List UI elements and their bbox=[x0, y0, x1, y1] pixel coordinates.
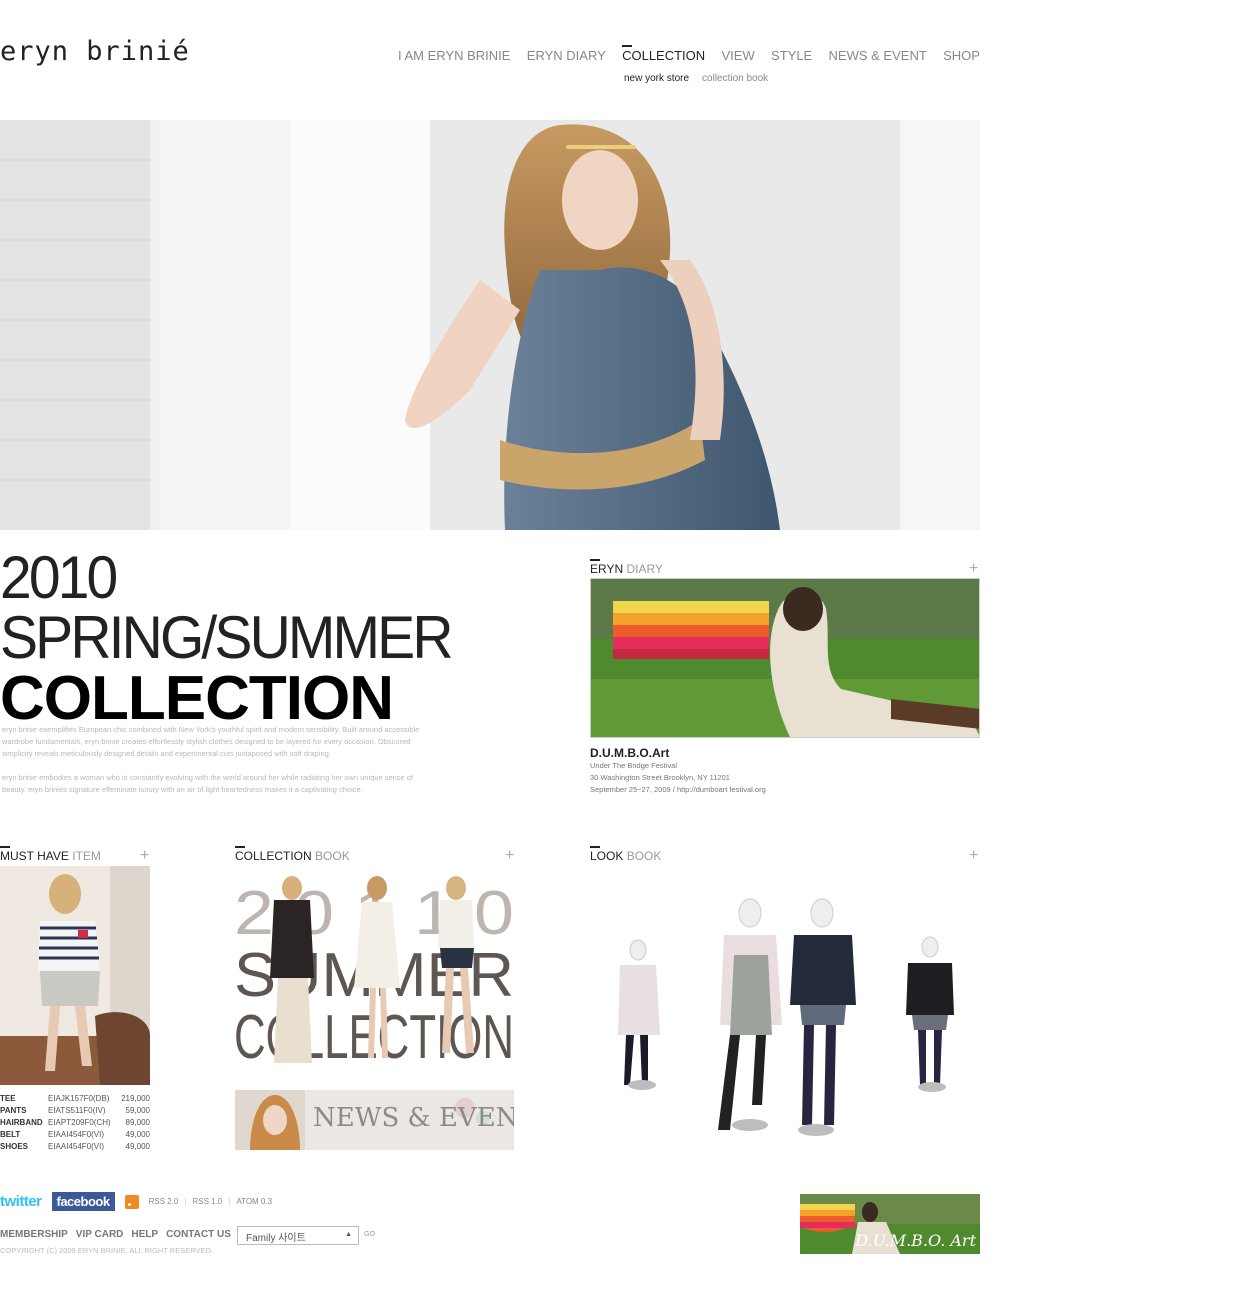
dropdown-arrow-icon: ▲ bbox=[345, 1231, 352, 1238]
collection-book-cover[interactable]: 2 0 1 1 0 SUMMER COLLECTION bbox=[234, 868, 514, 1063]
item-price: 49,000 bbox=[125, 1130, 150, 1139]
diary-more-button[interactable]: + bbox=[969, 561, 978, 577]
collection-book-title-bold: COLLECTION bbox=[235, 849, 312, 863]
news-banner-text: NEWS & EVENT bbox=[313, 1103, 514, 1133]
hero-image bbox=[0, 120, 980, 530]
item-code: EIAAI454F0(VI) bbox=[48, 1130, 105, 1139]
social-bar: twitter facebook RSS 2.0 | RSS 1.0 | ATO… bbox=[0, 1192, 272, 1211]
feed-link-atom[interactable]: ATOM 0.3 bbox=[236, 1197, 272, 1206]
feed-link-rss1[interactable]: RSS 1.0 bbox=[192, 1197, 222, 1206]
list-item[interactable]: SHOES EIAAI454F0(VI) 49,000 bbox=[0, 1141, 150, 1153]
news-event-banner[interactable]: NEWS & EVENT bbox=[235, 1090, 514, 1150]
look-book-more-button[interactable]: + bbox=[969, 848, 978, 864]
intro-paragraph: eryn brinie embodies a woman who is cons… bbox=[2, 773, 414, 794]
dumbo-art-banner[interactable]: D.U.M.B.O. Art bbox=[800, 1194, 980, 1254]
subnav-item-new-york-store[interactable]: new york store bbox=[624, 73, 689, 84]
nav-item-style[interactable]: STYLE bbox=[771, 48, 812, 63]
divider: | bbox=[184, 1197, 187, 1206]
collection-book-more-button[interactable]: + bbox=[505, 848, 514, 864]
headline-collection: COLLECTION bbox=[0, 664, 394, 733]
family-site-select[interactable]: Family 사이트 ▲ bbox=[237, 1226, 359, 1245]
diary-title-light: DIARY bbox=[623, 562, 663, 576]
footer-link-contact[interactable]: CONTACT US bbox=[166, 1229, 231, 1240]
item-name: BELT bbox=[0, 1130, 21, 1139]
list-item[interactable]: TEE EIAJK157F0(DB) 219,000 bbox=[0, 1093, 150, 1105]
nav-item-collection[interactable]: COLLECTION bbox=[622, 48, 705, 63]
diary-post-title[interactable]: D.U.M.B.O.Art bbox=[590, 746, 766, 760]
collection-book-section-title: COLLECTION BOOK bbox=[235, 846, 350, 863]
dumbo-banner-caption: D.U.M.B.O. Art bbox=[855, 1231, 976, 1250]
list-item[interactable]: PANTS EIATS511F0(IV) 59,000 bbox=[0, 1105, 150, 1117]
item-code: EIAPT209F0(CH) bbox=[48, 1118, 111, 1127]
item-price: 49,000 bbox=[125, 1142, 150, 1151]
diary-post: D.U.M.B.O.Art Under The Bridge Festival … bbox=[590, 746, 766, 796]
feed-links: RSS 2.0 | RSS 1.0 | ATOM 0.3 bbox=[149, 1197, 272, 1206]
copyright-text: COPYRIGHT (C) 2009 ERYN BRINIE. ALL RIGH… bbox=[0, 1246, 213, 1255]
diary-post-line: 30 Washington Street Brooklyn, NY 11201 bbox=[590, 773, 730, 782]
footer-link-help[interactable]: HELP bbox=[131, 1229, 158, 1240]
nav-item-shop[interactable]: SHOP bbox=[943, 48, 980, 63]
list-item[interactable]: BELT EIAAI454F0(VI) 49,000 bbox=[0, 1129, 150, 1141]
intro-text: eryn brinie exemplifies European chic co… bbox=[2, 724, 434, 796]
headline-season: SPRING/SUMMER bbox=[0, 604, 454, 671]
item-code: EIAJK157F0(DB) bbox=[48, 1094, 110, 1103]
item-name: TEE bbox=[0, 1094, 16, 1103]
item-price: 89,000 bbox=[125, 1118, 150, 1127]
must-have-more-button[interactable]: + bbox=[140, 848, 149, 864]
footer-links: MEMBERSHIP VIP CARD HELP CONTACT US bbox=[0, 1229, 231, 1240]
collection-headline: 2010 SPRING/SUMMER COLLECTION bbox=[0, 548, 474, 730]
intro-paragraph: eryn brinie exemplifies European chic co… bbox=[2, 725, 420, 758]
footer-link-vip-card[interactable]: VIP CARD bbox=[76, 1229, 124, 1240]
must-have-title-bold: MUST HAVE bbox=[0, 849, 69, 863]
family-site-value: Family 사이트 bbox=[246, 1233, 306, 1244]
look-book-title-light: BOOK bbox=[623, 849, 662, 863]
must-have-item-list: TEE EIAJK157F0(DB) 219,000 PANTS EIATS51… bbox=[0, 1093, 150, 1153]
brand-logo[interactable]: eryn brinié bbox=[0, 36, 190, 67]
feed-link-rss2[interactable]: RSS 2.0 bbox=[149, 1197, 179, 1206]
must-have-title-light: ITEM bbox=[68, 849, 101, 863]
must-have-photo[interactable] bbox=[0, 866, 150, 1085]
item-code: EIAAI454F0(VI) bbox=[48, 1142, 105, 1151]
item-name: PANTS bbox=[0, 1106, 27, 1115]
look-book-photo[interactable] bbox=[590, 875, 980, 1150]
nav-item-news-event[interactable]: NEWS & EVENT bbox=[829, 48, 927, 63]
look-book-section-title: LOOK BOOK bbox=[590, 846, 662, 863]
nav-item-diary[interactable]: ERYN DIARY bbox=[527, 48, 606, 63]
item-name: SHOES bbox=[0, 1142, 29, 1151]
look-book-title-bold: LOOK bbox=[590, 849, 624, 863]
subnav-item-collection-book[interactable]: collection book bbox=[702, 73, 768, 84]
footer-link-membership[interactable]: MEMBERSHIP bbox=[0, 1229, 68, 1240]
collection-book-title-light: BOOK bbox=[311, 849, 350, 863]
facebook-button[interactable]: facebook bbox=[51, 1192, 115, 1211]
diary-section-title: ERYN DIARY bbox=[590, 559, 663, 576]
must-have-section-title: MUST HAVE ITEM bbox=[0, 846, 101, 863]
list-item[interactable]: HAIRBAND EIAPT209F0(CH) 89,000 bbox=[0, 1117, 150, 1129]
main-nav: I AM ERYN BRINIE ERYN DIARY COLLECTION V… bbox=[398, 48, 980, 63]
rss-icon[interactable] bbox=[124, 1194, 139, 1209]
diary-post-line: Under The Bridge Festival bbox=[590, 761, 677, 770]
headline-year: 2010 bbox=[0, 544, 118, 611]
collection-subnav: new york store collection book bbox=[624, 73, 768, 84]
diary-title-bold: ERYN bbox=[590, 562, 624, 576]
item-name: HAIRBAND bbox=[0, 1118, 43, 1127]
family-go-button[interactable]: GO bbox=[364, 1231, 375, 1238]
divider: | bbox=[228, 1197, 231, 1206]
nav-item-about[interactable]: I AM ERYN BRINIE bbox=[398, 48, 510, 63]
item-price: 219,000 bbox=[121, 1094, 150, 1103]
diary-photo[interactable] bbox=[590, 578, 980, 738]
nav-item-view[interactable]: VIEW bbox=[721, 48, 754, 63]
item-code: EIATS511F0(IV) bbox=[48, 1106, 106, 1115]
diary-post-line: September 25~27, 2009 / http://dumboart … bbox=[590, 785, 766, 794]
item-price: 59,000 bbox=[125, 1106, 150, 1115]
twitter-button[interactable]: twitter bbox=[0, 1193, 42, 1210]
